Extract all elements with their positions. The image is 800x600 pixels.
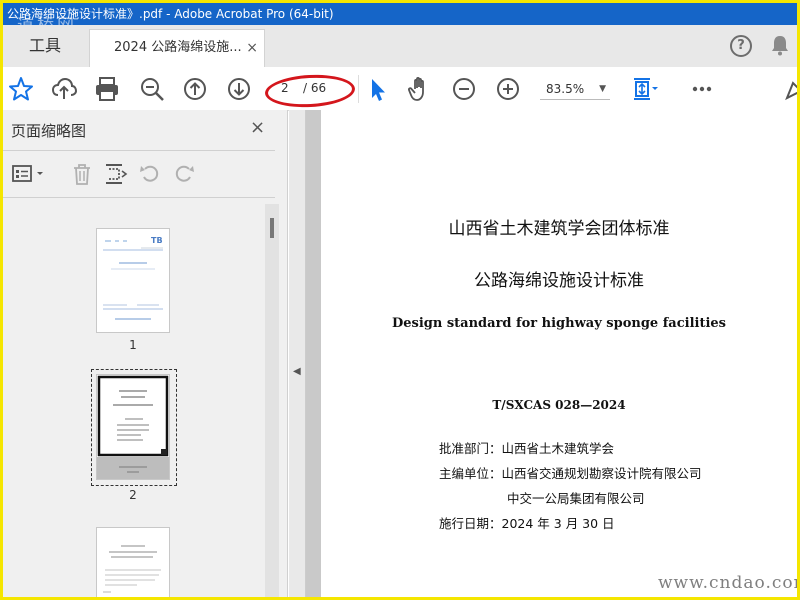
pdf-page: 山西省土木建筑学会团体标准 公路海绵设施设计标准 Design standard… — [321, 110, 797, 597]
zoom-in-icon[interactable] — [493, 74, 523, 104]
chevron-left-icon: ◀ — [293, 366, 301, 377]
print-icon[interactable] — [92, 74, 122, 104]
thumbnail-options-icon[interactable] — [11, 161, 47, 187]
chevron-down-icon: ▼ — [599, 84, 606, 94]
bell-icon[interactable] — [770, 34, 790, 60]
thumbnail-panel: 页面缩略图 × TB 1 2 — [3, 110, 288, 597]
comment-tool-icon[interactable] — [779, 74, 797, 104]
zoom-out-icon[interactable] — [449, 74, 479, 104]
doc-title-cn-2: 公路海绵设施设计标准 — [474, 271, 644, 291]
panel-collapse-handle[interactable]: ◀ — [289, 110, 306, 597]
tab-document-label: 2024 公路海绵设施... — [114, 40, 242, 55]
panel-toolbar — [3, 150, 275, 198]
tab-document[interactable]: 2024 公路海绵设施... × — [89, 29, 265, 67]
editor-value-1: 山西省交通规划勘察设计院有限公司 — [501, 466, 702, 481]
help-icon[interactable]: ? — [730, 35, 752, 57]
watermark-bottom: www.cndao.com — [658, 573, 800, 593]
thumbnail-label-1: 1 — [129, 338, 137, 352]
date-value: 2024 年 3 月 30 日 — [501, 516, 615, 531]
app-window: 公路海绵设施设计标准》.pdf - Adobe Acrobat Pro (64-… — [0, 0, 800, 600]
rotate-clockwise-icon[interactable] — [171, 161, 197, 187]
thumbnail-scrollbar[interactable] — [265, 204, 279, 597]
panel-close-icon[interactable]: × — [250, 117, 265, 138]
thumbnail-page-2[interactable] — [96, 374, 170, 480]
toolbar: 2 / 66 83.5% ▼ — [3, 67, 797, 111]
hand-tool-icon[interactable] — [405, 74, 435, 104]
more-options-icon[interactable] — [687, 74, 717, 104]
cloud-upload-icon[interactable] — [49, 74, 79, 104]
select-cursor-icon[interactable] — [363, 74, 393, 104]
previous-page-icon[interactable] — [180, 74, 210, 104]
thumbnail-page-1[interactable]: TB — [96, 228, 170, 333]
doc-title-cn-1: 山西省土木建筑学会团体标准 — [448, 219, 670, 239]
editor-label: 主编单位： — [439, 466, 502, 481]
insert-page-icon[interactable] — [103, 161, 129, 187]
panel-title: 页面缩略图 — [11, 122, 87, 140]
approval-value: 山西省土木建筑学会 — [501, 441, 615, 456]
thumbnail-label-2: 2 — [129, 488, 137, 502]
trash-icon[interactable] — [69, 161, 95, 187]
rotate-counterclockwise-icon[interactable] — [137, 161, 163, 187]
fit-page-icon[interactable] — [629, 74, 659, 104]
scrollbar-thumb[interactable] — [270, 218, 274, 238]
approval-label: 批准部门： — [439, 441, 502, 456]
tab-bar: 工具 2024 公路海绵设施... × ? — [3, 25, 797, 68]
svg-text:TB: TB — [151, 236, 163, 245]
thumbnail-list: TB 1 2 — [3, 198, 265, 597]
tab-tools[interactable]: 工具 — [3, 25, 87, 67]
date-label: 施行日期： — [439, 516, 502, 531]
editor-line: 主编单位：山西省交通规划勘察设计院有限公司 — [439, 463, 702, 482]
approval-line: 批准部门：山西省土木建筑学会 — [439, 438, 614, 457]
zoom-search-icon[interactable] — [137, 74, 167, 104]
zoom-level: 83.5% — [546, 82, 585, 96]
doc-standard-code: T/SXCAS 028—2024 — [492, 398, 626, 412]
editor-value-2: 中交一公局集团有限公司 — [507, 491, 645, 506]
thumbnail-page-3[interactable] — [96, 527, 170, 597]
zoom-level-select[interactable]: 83.5% ▼ — [540, 78, 610, 100]
next-page-icon[interactable] — [224, 74, 254, 104]
title-bar: 公路海绵设施设计标准》.pdf - Adobe Acrobat Pro (64-… — [3, 3, 797, 25]
window-title: 公路海绵设施设计标准》.pdf - Adobe Acrobat Pro (64-… — [7, 7, 334, 21]
date-line: 施行日期：2024 年 3 月 30 日 — [439, 513, 615, 532]
tab-close-icon[interactable]: × — [246, 30, 258, 66]
bookmark-star-icon[interactable] — [6, 74, 36, 104]
toolbar-divider — [358, 75, 359, 103]
doc-title-en: Design standard for highway sponge facil… — [391, 316, 726, 331]
document-view[interactable]: 山西省土木建筑学会团体标准 公路海绵设施设计标准 Design standard… — [306, 110, 797, 597]
